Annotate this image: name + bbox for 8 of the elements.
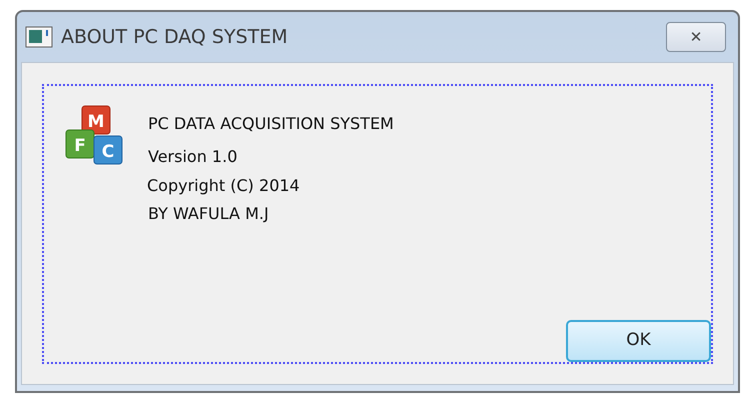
ok-button[interactable]: OK [566, 320, 711, 362]
about-text: PC DATA ACQUISITION SYSTEM [148, 116, 394, 132]
window-title: ABOUT PC DAQ SYSTEM [61, 24, 288, 50]
app-icon [25, 26, 53, 48]
close-button[interactable]: ✕ [666, 22, 726, 52]
about-text: Version 1.0 [148, 149, 238, 165]
about-text: BY WAFULA M.J [148, 206, 270, 222]
about-text: Copyright (C) 2014 [147, 178, 301, 194]
